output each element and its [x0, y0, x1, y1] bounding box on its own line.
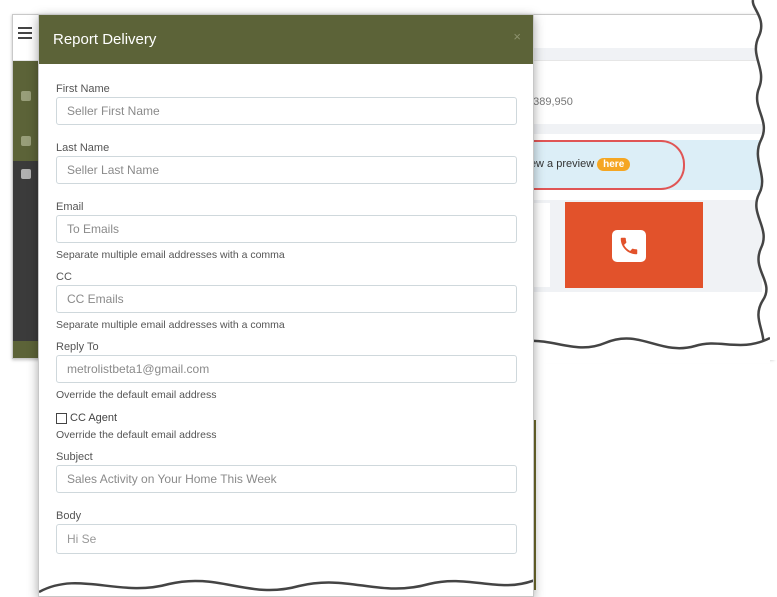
body-textarea[interactable]: Hi Se	[56, 524, 517, 554]
phone-icon[interactable]	[612, 230, 646, 262]
close-icon[interactable]: ×	[513, 29, 521, 44]
modal-header: Report Delivery ×	[39, 15, 533, 64]
reply-to-label: Reply To	[56, 341, 99, 353]
torn-edge-bottom	[510, 336, 770, 363]
cc-label: CC	[56, 271, 72, 283]
sidebar	[13, 61, 41, 358]
cc-agent-row[interactable]: CC Agent	[56, 409, 518, 427]
hamburger-icon[interactable]	[18, 27, 32, 39]
first-name-input[interactable]	[56, 97, 517, 125]
cc-help-text: Separate multiple email addresses with a…	[56, 319, 285, 331]
report-delivery-form: First Name Last Name Email Separate mult…	[56, 81, 518, 554]
cc-agent-help-text: Override the default email address	[56, 429, 217, 441]
report-delivery-modal: Report Delivery × First Name Last Name E…	[38, 14, 534, 597]
first-name-label: First Name	[56, 83, 110, 95]
last-name-input[interactable]	[56, 156, 517, 184]
torn-edge-right	[751, 0, 777, 360]
chart-icon[interactable]	[21, 91, 31, 101]
preview-banner-text: view a preview here	[522, 158, 631, 171]
subject-input[interactable]	[56, 465, 517, 493]
last-name-label: Last Name	[56, 142, 110, 154]
report-icon[interactable]	[21, 136, 31, 146]
email-input[interactable]	[56, 215, 517, 243]
cc-agent-label: CC Agent	[70, 412, 118, 424]
subject-label: Subject	[56, 451, 93, 463]
email-label: Email	[56, 201, 84, 213]
body-label: Body	[56, 510, 82, 522]
body-placeholder: Hi Se	[67, 532, 97, 546]
cc-agent-checkbox[interactable]	[56, 412, 67, 424]
reply-to-help-text: Override the default email address	[56, 389, 217, 401]
reply-to-input[interactable]	[56, 355, 517, 383]
cc-input[interactable]	[56, 285, 517, 313]
here-link-badge[interactable]: here	[597, 158, 631, 171]
email-help-text: Separate multiple email addresses with a…	[56, 249, 285, 261]
modal-title: Report Delivery	[53, 31, 157, 48]
sidebar-dark-panel	[13, 161, 41, 341]
dashboard-icon[interactable]	[21, 169, 31, 179]
torn-edge-modal-bottom	[39, 579, 533, 596]
content-band	[520, 48, 762, 60]
content-band	[520, 124, 762, 134]
